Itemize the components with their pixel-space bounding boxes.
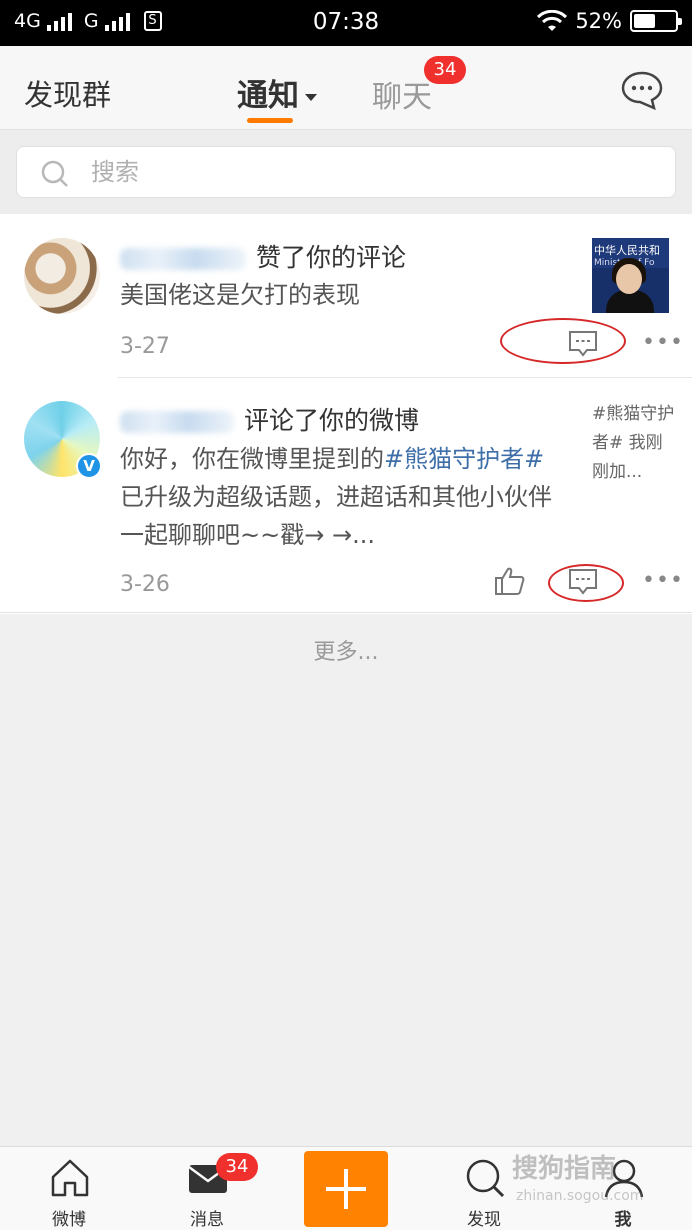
verified-badge-icon: V: [76, 453, 102, 479]
battery-icon: [630, 10, 682, 32]
notification-body[interactable]: 你好，你在微博里提到的#熊猫守护者# 已升级为超级话题，进超话和其他小伙伴一起聊聊…: [120, 440, 560, 554]
chat-bubble-icon[interactable]: [620, 70, 664, 110]
notification-date: 3-26: [120, 572, 170, 597]
tab-me-label: 我: [614, 1210, 632, 1230]
username-redacted[interactable]: [120, 411, 234, 433]
load-more-link[interactable]: 更多...: [0, 634, 692, 666]
status-right: 52%: [537, 9, 682, 33]
avatar[interactable]: [24, 238, 100, 314]
tab-discover-label: 发现: [467, 1210, 501, 1230]
tab-notifications-label: 通知: [237, 78, 299, 114]
tab-chat[interactable]: 聊天: [372, 72, 432, 116]
search-bar-area: [0, 130, 692, 214]
home-icon: [51, 1159, 89, 1197]
tab-messages-label: 消息: [190, 1210, 224, 1230]
notification-action: 评论了你的微博: [244, 406, 420, 435]
divider: [118, 377, 692, 378]
thumbnail-figure-face: [616, 264, 642, 294]
avatar[interactable]: V: [24, 401, 102, 479]
hashtag-link[interactable]: #熊猫守护者#: [384, 445, 544, 473]
notification-headline: 评论了你的微博: [120, 401, 419, 437]
search-input[interactable]: [91, 155, 651, 189]
username-redacted[interactable]: [120, 248, 246, 270]
search-icon: [41, 160, 68, 187]
notification-body[interactable]: 美国佬这是欠打的表现: [120, 276, 360, 314]
discover-search-icon: [466, 1159, 505, 1198]
annotation-circle: [548, 564, 624, 602]
discover-groups-link[interactable]: 发现群: [24, 72, 111, 114]
thumbs-up-icon[interactable]: [494, 566, 526, 596]
top-nav: 发现群 通知 聊天 34: [0, 46, 692, 130]
status-bar: 4G G S 07:38 52%: [0, 0, 692, 46]
search-box[interactable]: [16, 146, 676, 198]
tab-home-label: 微博: [52, 1210, 86, 1230]
chat-unread-badge: 34: [424, 56, 466, 84]
tab-notifications[interactable]: 通知: [237, 70, 317, 115]
messages-badge: 34: [216, 1153, 258, 1181]
feed-bottom-border: [0, 612, 692, 613]
wifi-icon: [537, 10, 568, 31]
active-tab-indicator: [247, 118, 293, 123]
original-post-snippet[interactable]: #熊猫守护者# 我刚刚加...: [592, 400, 676, 487]
post-thumbnail[interactable]: 中华人民共和 Ministry of Fo: [592, 238, 669, 313]
thumbnail-caption: 中华人民共和: [594, 244, 660, 257]
watermark-url: zhinan.sogou.com: [516, 1188, 644, 1204]
caret-down-icon: [305, 94, 317, 101]
annotation-circle: [500, 318, 626, 364]
more-options-icon[interactable]: •••: [642, 568, 684, 593]
notification-action: 赞了你的评论: [256, 243, 407, 272]
notification-date: 3-27: [120, 334, 170, 359]
body-prefix: 你好，你在微博里提到的: [120, 445, 384, 473]
more-options-icon[interactable]: •••: [642, 330, 684, 355]
body-suffix: 已升级为超级话题，进超话和其他小伙伴一起聊聊吧~~戳→ →...: [120, 483, 552, 549]
tab-messages[interactable]: 34 消息: [162, 1147, 258, 1230]
compose-plus-button[interactable]: [304, 1151, 388, 1227]
notification-headline: 赞了你的评论: [120, 238, 406, 274]
battery-percent: 52%: [575, 9, 622, 33]
watermark-title: 搜狗指南: [512, 1154, 617, 1184]
tab-home[interactable]: 微博: [24, 1147, 114, 1230]
